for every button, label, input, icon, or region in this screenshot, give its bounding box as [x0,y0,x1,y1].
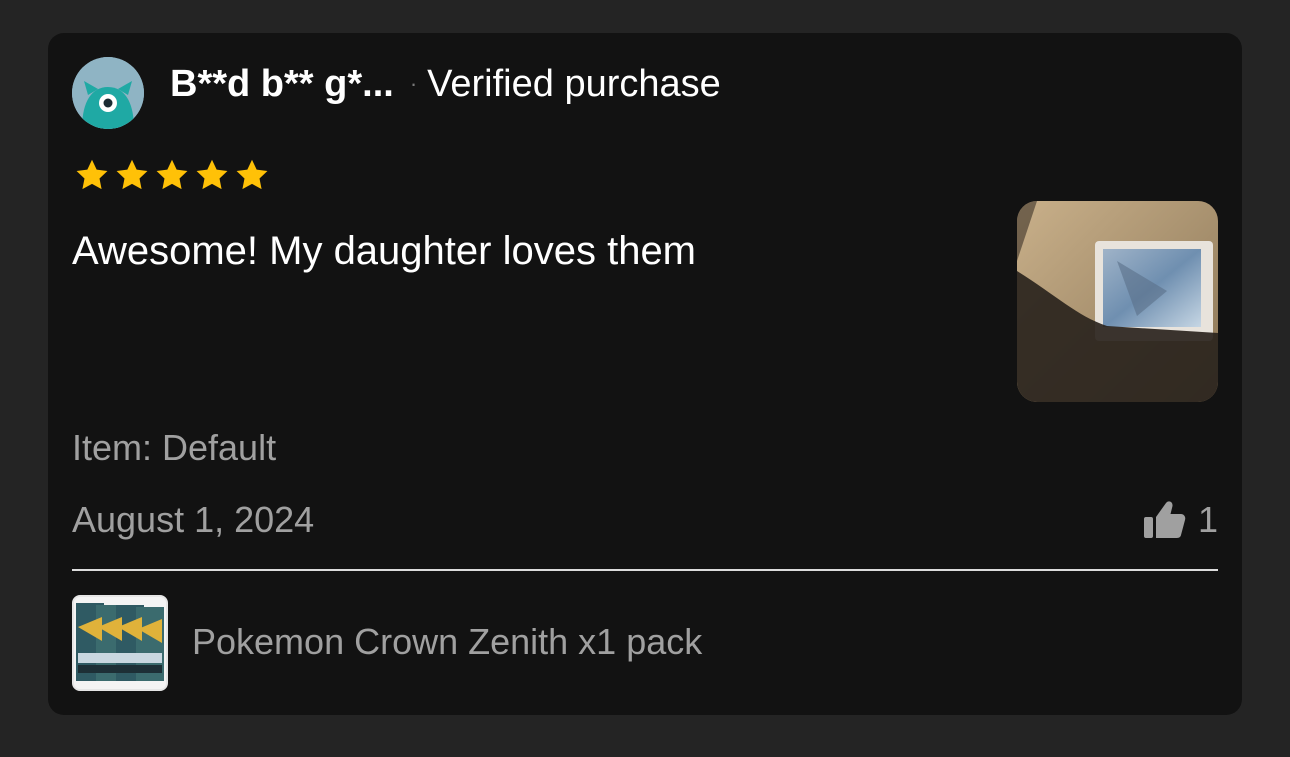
star-icon [74,157,110,193]
reviewer-avatar[interactable] [72,57,144,129]
monster-avatar-icon [72,57,144,129]
verified-purchase-label: Verified purchase [427,62,721,105]
helpful-count: 1 [1197,499,1218,540]
review-card: B**d b** g*... · Verified purchase Aweso… [48,33,1242,715]
header-separator: · [409,71,418,96]
star-icon [154,157,190,193]
review-body: Awesome! My daughter loves them [72,229,697,273]
star-icon [234,157,270,193]
review-date: August 1, 2024 [72,499,315,540]
review-photo[interactable] [1017,201,1218,402]
star-icon [194,157,230,193]
star-icon [114,157,150,193]
product-name[interactable]: Pokemon Crown Zenith x1 pack [192,621,702,663]
star-rating [74,157,270,193]
product-thumbnail[interactable] [72,595,168,691]
review-photo-card-sleeve [1017,201,1218,402]
reviewer-name[interactable]: B**d b** g*... [170,63,394,106]
review-header: B**d b** g*... · Verified purchase [170,59,721,109]
booster-packs-thumbnail [74,597,166,689]
thumbs-up-icon [1143,501,1186,538]
divider [72,569,1218,571]
helpful-button[interactable]: 1 [1142,499,1218,541]
item-variant: Item: Default [72,427,277,468]
